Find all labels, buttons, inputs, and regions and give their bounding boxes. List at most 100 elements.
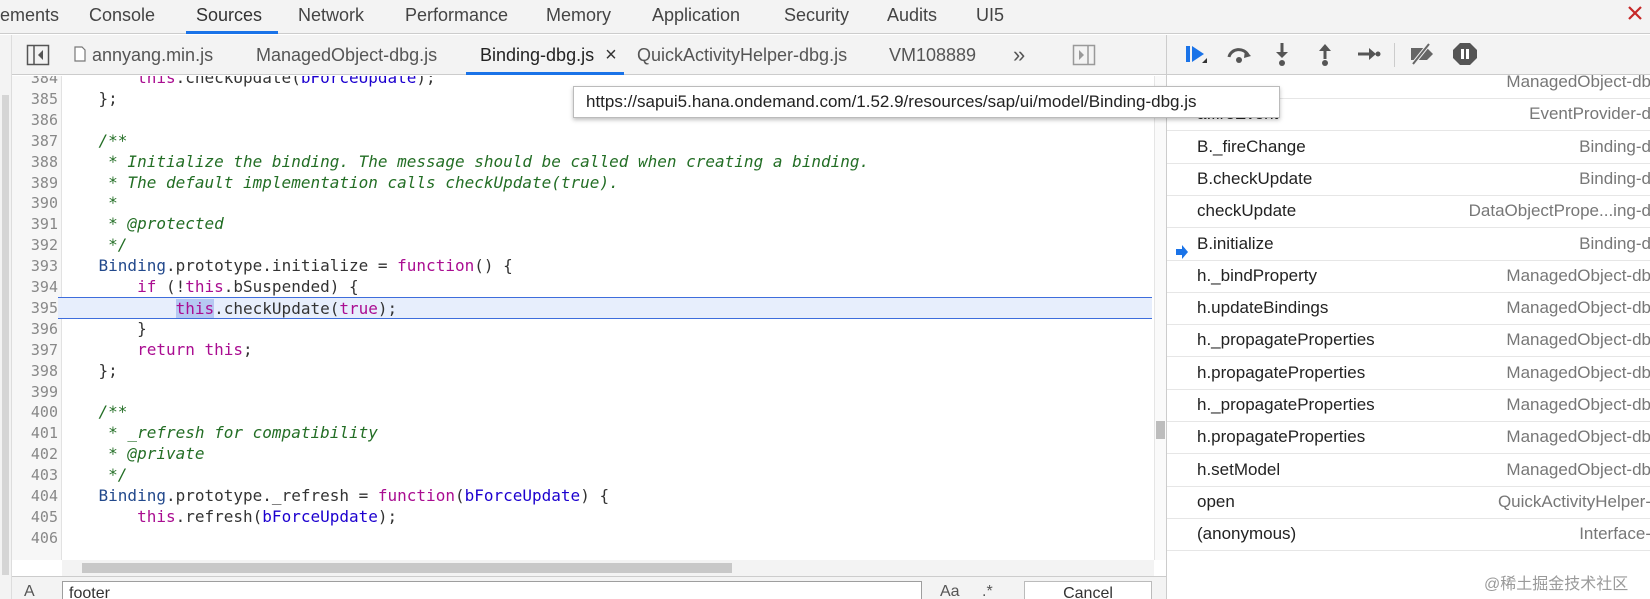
code-line: * @private xyxy=(58,443,1152,465)
debugger-toolbar xyxy=(1167,35,1650,75)
frame-location: ManagedObject-db xyxy=(1506,265,1650,285)
frame-function-name: h._bindProperty xyxy=(1197,265,1318,285)
case-sensitive-button[interactable]: Aa xyxy=(940,583,960,599)
more-tabs-icon[interactable]: » xyxy=(1013,35,1025,75)
code-text: Binding.prototype.initialize = function(… xyxy=(98,256,513,276)
step-out-button[interactable] xyxy=(1310,41,1340,69)
line-number[interactable]: 389 xyxy=(12,172,58,194)
tab-console[interactable]: Console xyxy=(89,0,155,34)
frame-function-name: h.setModel xyxy=(1197,459,1281,479)
call-stack-frame[interactable]: B._fireChange Binding-d xyxy=(1167,130,1650,164)
call-stack-frame[interactable]: h.updateBindings ManagedObject-db xyxy=(1167,291,1650,326)
line-number[interactable]: 390 xyxy=(12,192,58,214)
step-over-button[interactable] xyxy=(1224,41,1254,69)
frame-location: ManagedObject-db xyxy=(1506,298,1650,318)
line-number[interactable]: 397 xyxy=(12,339,58,361)
editor-horizontal-scrollbar[interactable] xyxy=(62,560,1154,576)
search-bar: A Aa .* Cancel xyxy=(12,576,1166,599)
call-stack-frame[interactable]: B.initialize Binding-d xyxy=(1167,227,1650,261)
line-number[interactable]: 396 xyxy=(12,318,58,340)
line-number[interactable]: 393 xyxy=(12,255,58,277)
line-number[interactable]: 394 xyxy=(12,276,58,298)
tab-network[interactable]: Network xyxy=(298,0,364,34)
call-stack-frame[interactable]: h.propagateProperties ManagedObject-db xyxy=(1167,420,1650,455)
line-number[interactable]: 388 xyxy=(12,151,58,173)
tab-application[interactable]: Application xyxy=(652,0,740,34)
step-over-icon xyxy=(1224,41,1254,67)
deactivate-breakpoints-button[interactable] xyxy=(1407,41,1437,69)
line-number[interactable]: 404 xyxy=(12,485,58,507)
line-number[interactable]: 391 xyxy=(12,213,58,235)
line-number[interactable]: 403 xyxy=(12,464,58,486)
call-stack-frame[interactable]: h.setModel ManagedObject-db xyxy=(1167,453,1650,487)
code-editor[interactable]: 384 385 386 387 388 389 390 391 392 393 394 395 396 3… xyxy=(12,76,1166,560)
scrollbar-thumb[interactable] xyxy=(82,563,732,573)
editor-vertical-scrollbar[interactable] xyxy=(1154,76,1166,560)
file-tab-binding[interactable]: Binding-dbg.js × xyxy=(466,35,624,75)
line-number[interactable]: 399 xyxy=(12,381,58,403)
regex-button[interactable]: .* xyxy=(982,583,993,599)
close-tab-icon[interactable]: × xyxy=(605,44,617,66)
step-icon xyxy=(1353,41,1383,67)
code-text: * @private xyxy=(60,444,205,464)
call-stack-frame[interactable]: open QuickActivityHelper- xyxy=(1167,485,1650,519)
code-line: }; xyxy=(58,360,1152,382)
tab-elements[interactable]: ements xyxy=(0,0,59,34)
line-number[interactable]: 385 xyxy=(12,88,58,110)
current-frame-arrow-icon xyxy=(1175,237,1189,259)
call-stack-frame[interactable]: checkUpdate DataObjectPrope...ing-d xyxy=(1167,194,1650,229)
file-tab-quickactivityhelper[interactable]: QuickActivityHelper-dbg.js xyxy=(637,35,847,75)
file-tab-label: Binding-dbg.js xyxy=(480,45,595,65)
line-number[interactable]: 400 xyxy=(12,401,58,423)
call-stack-frame[interactable]: (anonymous) Interface- xyxy=(1167,517,1650,552)
file-tab-managedobject[interactable]: ManagedObject-dbg.js xyxy=(256,35,437,75)
line-number[interactable]: 398 xyxy=(12,360,58,382)
step-into-button[interactable] xyxy=(1267,41,1297,69)
frame-location: ManagedObject-db xyxy=(1506,395,1650,414)
line-number[interactable]: 387 xyxy=(12,130,58,152)
line-number[interactable]: 406 xyxy=(12,527,58,549)
line-number[interactable]: 402 xyxy=(12,443,58,465)
devtools-panel-tabbar: ements Console Sources Network Performan… xyxy=(0,0,1650,34)
search-input[interactable] xyxy=(62,581,922,599)
tab-ui5[interactable]: UI5 xyxy=(976,0,1004,34)
code-text: */ xyxy=(60,235,128,255)
close-devtools-icon[interactable] xyxy=(1624,2,1646,24)
toggle-debugger-icon[interactable] xyxy=(1072,44,1096,66)
cancel-button[interactable]: Cancel xyxy=(1024,581,1152,599)
file-tab-vm[interactable]: VM108889 xyxy=(889,35,976,75)
call-stack-frame[interactable]: h._propagateProperties ManagedObject-db xyxy=(1167,388,1650,422)
pause-on-exceptions-button[interactable] xyxy=(1450,41,1480,69)
call-stack-frame[interactable]: h._propagateProperties ManagedObject-db xyxy=(1167,323,1650,358)
frame-location: Binding-d xyxy=(1579,136,1650,156)
scrollbar-thumb[interactable] xyxy=(2,95,9,575)
frame-location: ManagedObject-db xyxy=(1506,362,1650,382)
code-text: }; xyxy=(60,88,118,108)
code-line: * @protected xyxy=(58,213,1152,235)
line-number[interactable]: 401 xyxy=(12,422,58,444)
frame-function-name: h.propagateProperties xyxy=(1197,362,1366,382)
code-text: * xyxy=(60,193,118,213)
toggle-navigator-icon[interactable] xyxy=(26,44,50,66)
call-stack-frame[interactable]: B.checkUpdate Binding-d xyxy=(1167,162,1650,196)
line-number[interactable]: 405 xyxy=(12,506,58,528)
call-stack-frame[interactable]: h._bindProperty ManagedObject-db xyxy=(1167,259,1650,293)
tab-security[interactable]: Security xyxy=(784,0,849,34)
line-number[interactable]: 392 xyxy=(12,234,58,256)
line-number[interactable]: 395 xyxy=(12,297,58,319)
line-number[interactable]: 386 xyxy=(12,109,58,131)
navigator-scrollbar[interactable] xyxy=(0,35,12,599)
tab-sources[interactable]: Sources xyxy=(186,0,278,34)
resume-button[interactable] xyxy=(1181,41,1211,69)
file-tab-annyang[interactable]: annyang.min.js xyxy=(74,35,213,75)
tab-audits[interactable]: Audits xyxy=(887,0,937,34)
call-stack-frame[interactable]: h.propagateProperties ManagedObject-db xyxy=(1167,356,1650,390)
frame-location: EventProvider-d xyxy=(1529,104,1650,124)
tab-performance[interactable]: Performance xyxy=(405,0,508,34)
step-button[interactable] xyxy=(1353,41,1383,69)
frame-location: ManagedObject-db xyxy=(1506,330,1650,350)
scrollbar-thumb[interactable] xyxy=(1156,421,1165,439)
code-line: if (!this.bSuspended) { xyxy=(58,276,1152,298)
tab-memory[interactable]: Memory xyxy=(546,0,611,34)
